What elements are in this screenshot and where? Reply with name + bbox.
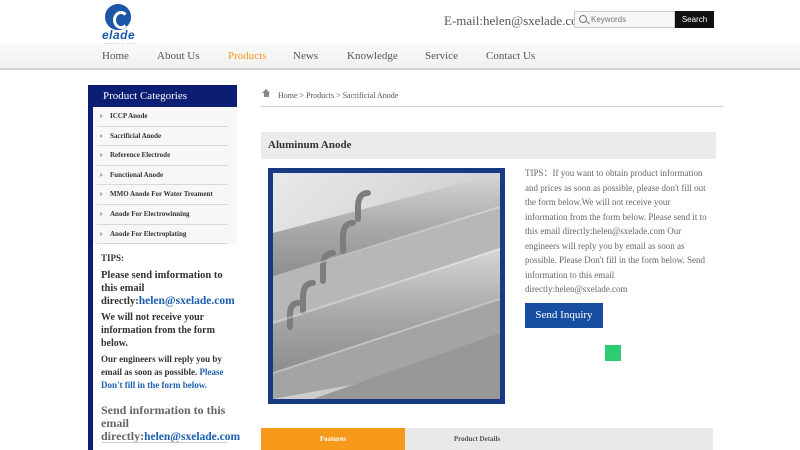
product-title: Aluminum Anode [261,132,716,159]
category-label: Sacrificial Anode [110,131,162,140]
category-label: Anode For Electrowinning [110,209,190,218]
search-input[interactable] [591,13,673,26]
header: elade TECHNOLOGY E-mail:helen@sxelade.co… [0,0,800,47]
tips-email-link[interactable]: helen@sxelade.com [139,295,235,307]
sidebar-tips: TIPS: Please send imformation to this em… [101,253,241,444]
breadcrumb[interactable]: Home > Products > Sacrificial Anode [278,91,398,100]
nav-news[interactable]: News [293,50,318,62]
category-label: Functional Anode [110,170,164,179]
category-item[interactable]: Reference Electrode [97,146,228,166]
arrow-right-icon [100,153,103,158]
nav-knowledge[interactable]: Knowledge [347,50,398,62]
nav-about-us[interactable]: About Us [157,50,199,62]
logo[interactable]: elade TECHNOLOGY [102,4,146,47]
breadcrumb-divider [261,106,723,107]
product-info-tips: TIPS：If you want to obtain product infor… [525,168,707,294]
tab-features[interactable]: Features [261,428,405,450]
aluminum-anode-photo [273,173,500,399]
tips-line1: Please send imformation to this email di… [101,270,235,307]
tips-title: TIPS: [101,253,125,263]
nav-contact-us[interactable]: Contact Us [486,50,535,62]
nav-service[interactable]: Service [425,50,458,62]
tips-line2: We will not receive your information fro… [101,312,215,349]
search-button[interactable]: Search [675,11,714,28]
logo-text: elade [102,28,136,42]
arrow-right-icon [100,231,103,236]
header-email[interactable]: E-mail:helen@sxelade.com [444,13,588,29]
category-item[interactable]: MMO Anode For Water Treament [97,185,228,205]
search-icon [579,15,587,23]
category-item[interactable]: ICCP Anode [97,107,228,127]
sidebar-divider [102,442,227,443]
nav-products[interactable]: Products [228,50,267,62]
category-label: MMO Anode For Water Treament [110,190,213,199]
tips-line4: Send information to this email directly:… [101,403,241,444]
arrow-right-icon [100,192,103,197]
category-label: Reference Electrode [110,151,171,160]
category-item[interactable]: Anode For Electroplating [97,225,228,245]
nav-home[interactable]: Home [102,50,129,62]
main-nav: Home About Us Products News Knowledge Se… [0,44,800,70]
tips-line3: Our engineers will reply you by email as… [101,354,224,390]
arrow-right-icon [100,114,103,118]
product-tabs: Features Product Details [261,428,713,450]
home-icon [262,89,271,98]
arrow-right-icon [100,211,103,216]
arrow-right-icon [100,133,103,138]
category-item[interactable]: Sacrificial Anode [97,127,228,147]
category-label: Anode For Electroplating [110,229,187,238]
chat-widget-icon[interactable] [605,345,621,361]
search-box[interactable] [574,11,675,28]
product-image[interactable] [268,168,505,404]
sidebar-title: Product Categories [88,85,237,107]
sidebar: Product Categories ICCP Anode Sacrificia… [88,85,241,450]
arrow-right-icon [100,172,103,177]
category-item[interactable]: Anode For Electrowinning [97,205,228,225]
logo-mark-icon [105,4,131,30]
send-inquiry-button[interactable]: Send Inquiry [525,303,603,328]
category-item[interactable]: Functional Anode [97,166,228,186]
category-list: ICCP Anode Sacrificial Anode Reference E… [93,107,237,245]
category-label: ICCP Anode [110,112,148,120]
tab-product-details[interactable]: Product Details [405,428,549,450]
